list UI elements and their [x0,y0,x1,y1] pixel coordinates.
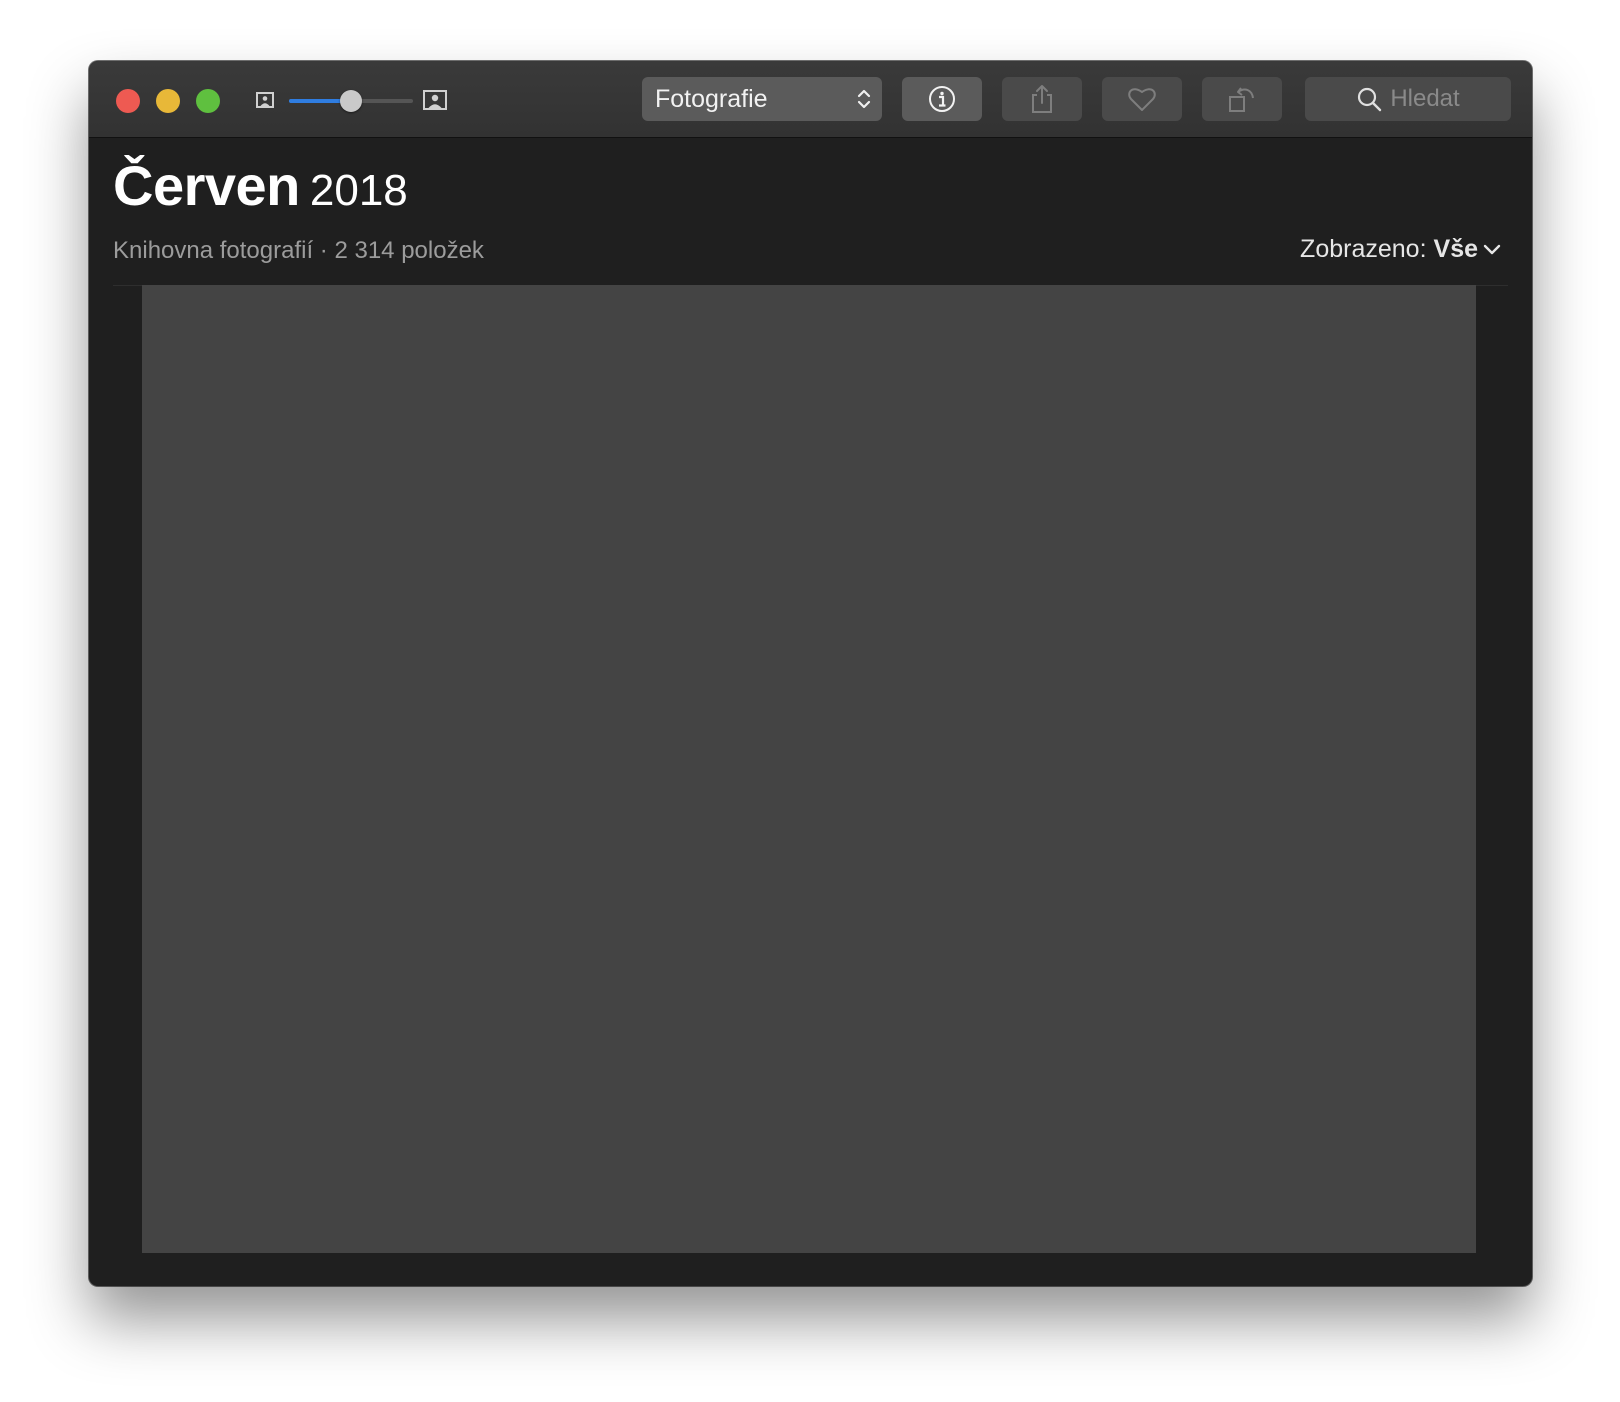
rotate-button[interactable] [1202,77,1282,121]
search-icon [1358,87,1382,112]
zoom-out-icon[interactable] [256,92,274,108]
info-icon [929,86,955,112]
photos-window: Fotografie Hledat Červen 2018 Knihovna f… [89,61,1532,1286]
rotate-icon [1229,87,1254,112]
thumbnail-size-slider[interactable] [289,90,413,112]
chevron-down-icon [1483,244,1501,254]
share-icon [1032,85,1052,113]
heart-icon [1128,88,1156,111]
minimize-button[interactable] [156,89,180,113]
title-month: Červen [113,154,300,217]
photo-placeholder[interactable] [142,285,1476,1253]
info-button[interactable] [902,77,982,121]
zoom-window-button[interactable] [196,89,220,113]
share-button[interactable] [1002,77,1082,121]
view-selector-label: Fotografie [655,84,768,113]
favorite-button[interactable] [1102,77,1182,121]
title-year: 2018 [309,166,408,215]
zoom-in-icon[interactable] [423,90,447,110]
filter-value: Vše [1433,235,1478,263]
view-selector[interactable]: Fotografie [642,77,882,121]
filter-label: Zobrazeno: [1300,235,1427,263]
search-field[interactable]: Hledat [1305,77,1511,121]
page-title: Červen 2018 [113,153,408,218]
search-placeholder: Hledat [1390,85,1460,112]
filter-menu[interactable]: Zobrazeno: Vše [1300,235,1502,264]
up-down-chevron-icon [857,89,871,109]
close-button[interactable] [116,89,140,113]
slider-knob[interactable] [340,90,362,112]
toolbar: Fotografie Hledat [89,61,1532,138]
library-summary: Knihovna fotografií · 2 314 položek [113,237,484,264]
